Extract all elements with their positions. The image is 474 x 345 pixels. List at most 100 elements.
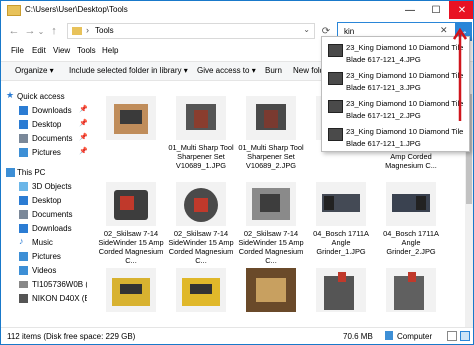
file-thumbnail: [106, 182, 156, 226]
chevron-down-icon: ⌄: [37, 26, 45, 36]
file-tile[interactable]: 01_Multi Sharp Tool Sharpener Set V10689…: [237, 92, 305, 176]
suggestion-item[interactable]: 23_King Diamond 10 Diamond Tile Blade 61…: [322, 123, 469, 153]
file-caption-line: Amp Corded: [390, 152, 432, 161]
chevron-down-icon[interactable]: ⌄: [303, 25, 310, 34]
file-thumbnail: [106, 268, 156, 312]
clear-search-icon[interactable]: ✕: [440, 25, 448, 36]
up-arrow-icon: ↑: [51, 25, 57, 37]
item-count: 112 items (Disk free space: 229 GB): [7, 332, 136, 341]
include-in-library-button[interactable]: Include selected folder in library ▾: [69, 66, 188, 75]
up-button[interactable]: ↑: [47, 23, 61, 39]
nav-item-drive-e[interactable]: NIKON D40X (E:): [1, 292, 87, 306]
star-icon: ★: [6, 90, 15, 100]
file-tile[interactable]: [97, 264, 165, 327]
camera-drive-icon: [19, 294, 28, 303]
file-thumbnail: [386, 182, 436, 226]
desktop-folder-icon: [19, 120, 28, 129]
file-caption-line: Magnesium C...: [385, 161, 437, 170]
file-thumbnail: [246, 96, 296, 140]
pin-icon[interactable]: 📌: [79, 147, 87, 155]
status-bar: 112 items (Disk free space: 229 GB) 70.6…: [1, 327, 473, 344]
file-tile[interactable]: 04_Bosch 1711A Angle Grinder_2.JPG: [377, 178, 445, 262]
refresh-icon: ⟳: [321, 25, 331, 37]
nav-item-drive-c[interactable]: TI105736W0B (C:): [1, 278, 87, 292]
file-tile[interactable]: 01_Multi Sharp Tool Sharpener Set V10689…: [167, 92, 235, 176]
file-thumbnail: [316, 268, 366, 312]
menu-edit[interactable]: Edit: [32, 46, 46, 55]
nav-item-this-pc[interactable]: This PC: [1, 166, 87, 180]
computer-icon: [6, 168, 15, 177]
title-bar: C:\Users\User\Desktop\Tools — ☐ ✕: [1, 1, 473, 19]
nav-item-downloads-pc[interactable]: Downloads: [1, 222, 87, 236]
burn-button[interactable]: Burn: [265, 66, 282, 75]
file-caption: 01_Multi Sharp Tool Sharpener Set V10689…: [168, 143, 234, 170]
details-view-button[interactable]: [447, 331, 457, 341]
folder-icon: [7, 5, 21, 16]
address-path: Tools: [95, 26, 114, 35]
file-caption: 01_Multi Sharp Tool Sharpener Set V10689…: [238, 143, 304, 170]
file-thumbnail: [316, 182, 366, 226]
maximize-button[interactable]: ☐: [423, 1, 449, 19]
nav-item-downloads[interactable]: Downloads 📌: [1, 104, 87, 118]
nav-item-3d-objects[interactable]: 3D Objects: [1, 180, 87, 194]
file-caption: 04_Bosch 1711A Angle Grinder_1.JPG: [313, 229, 369, 256]
pictures-icon: [19, 148, 28, 157]
nav-item-pictures-pinned[interactable]: Pictures 📌: [1, 146, 87, 160]
organize-button[interactable]: Organize ▾: [15, 66, 54, 75]
file-tile[interactable]: [307, 264, 375, 327]
file-caption: 02_Skilsaw 7-14 SideWinder 15 Amp Corded…: [238, 229, 304, 265]
menu-view[interactable]: View: [53, 46, 70, 55]
menu-file[interactable]: File: [11, 46, 24, 55]
nav-item-documents[interactable]: Documents: [1, 208, 87, 222]
nav-item-documents-pinned[interactable]: Documents 📌: [1, 132, 87, 146]
videos-icon: [19, 266, 28, 275]
nav-item-pictures[interactable]: Pictures: [1, 250, 87, 264]
image-file-icon: [328, 128, 343, 141]
folder-icon: [72, 27, 82, 35]
download-folder-icon: [19, 106, 28, 115]
nav-item-desktop-pinned[interactable]: Desktop 📌: [1, 118, 87, 132]
file-thumbnail: [176, 182, 226, 226]
address-bar[interactable]: › Tools ⌄: [67, 23, 315, 39]
file-caption: 02_Skilsaw 7-14 SideWinder 15 Amp Corded…: [168, 229, 234, 265]
large-icons-view-button[interactable]: [460, 331, 470, 341]
minimize-button[interactable]: —: [397, 1, 423, 19]
file-tile[interactable]: [377, 264, 445, 327]
suggestion-item[interactable]: 23_King Diamond 10 Diamond Tile Blade 61…: [322, 39, 469, 69]
give-access-button[interactable]: Give access to ▾: [197, 66, 256, 75]
menu-help[interactable]: Help: [102, 46, 118, 55]
close-button[interactable]: ✕: [449, 1, 473, 19]
file-thumbnail: [246, 268, 296, 312]
navigation-pane: ★ Quick access Downloads 📌 Desktop 📌 Doc…: [1, 80, 87, 327]
file-tile[interactable]: [97, 92, 165, 176]
file-tile[interactable]: 02_Skilsaw 7-14 SideWinder 15 Amp Corded…: [237, 178, 305, 265]
documents-icon: [19, 210, 28, 219]
nav-item-videos[interactable]: Videos: [1, 264, 87, 278]
pin-icon[interactable]: 📌: [79, 119, 87, 127]
location-label: Computer: [397, 332, 433, 341]
file-tile[interactable]: 04_Bosch 1711A Angle Grinder_1.JPG: [307, 178, 375, 262]
recent-locations-button[interactable]: ⌄: [37, 23, 45, 39]
file-tile[interactable]: 02_Skilsaw 7-14 SideWinder 15 Amp Corded…: [97, 178, 165, 265]
back-arrow-icon: ←: [8, 25, 20, 37]
pin-icon[interactable]: 📌: [79, 105, 87, 113]
search-suggestions: 23_King Diamond 10 Diamond Tile Blade 61…: [321, 36, 470, 152]
file-tile[interactable]: [237, 264, 305, 327]
forward-button[interactable]: →: [23, 23, 37, 39]
image-file-icon: [328, 72, 343, 85]
drive-icon: [19, 281, 28, 288]
nav-item-desktop[interactable]: Desktop: [1, 194, 87, 208]
download-folder-icon: [19, 224, 28, 233]
documents-icon: [19, 134, 28, 143]
suggestion-item[interactable]: 23_King Diamond 10 Diamond Tile Blade 61…: [322, 67, 469, 97]
file-tile[interactable]: 02_Skilsaw 7-14 SideWinder 15 Amp Corded…: [167, 178, 235, 265]
back-button[interactable]: ←: [7, 23, 21, 39]
window-title: C:\Users\User\Desktop\Tools: [25, 5, 128, 14]
suggestion-item[interactable]: 23_King Diamond 10 Diamond Tile Blade 61…: [322, 95, 469, 125]
pin-icon[interactable]: 📌: [79, 133, 87, 141]
menu-tools[interactable]: Tools: [77, 46, 96, 55]
file-caption: 02_Skilsaw 7-14 SideWinder 15 Amp Corded…: [98, 229, 164, 265]
nav-item-quick-access[interactable]: ★ Quick access: [1, 90, 87, 104]
nav-item-music[interactable]: ♪ Music: [1, 236, 87, 250]
file-tile[interactable]: [167, 264, 235, 327]
